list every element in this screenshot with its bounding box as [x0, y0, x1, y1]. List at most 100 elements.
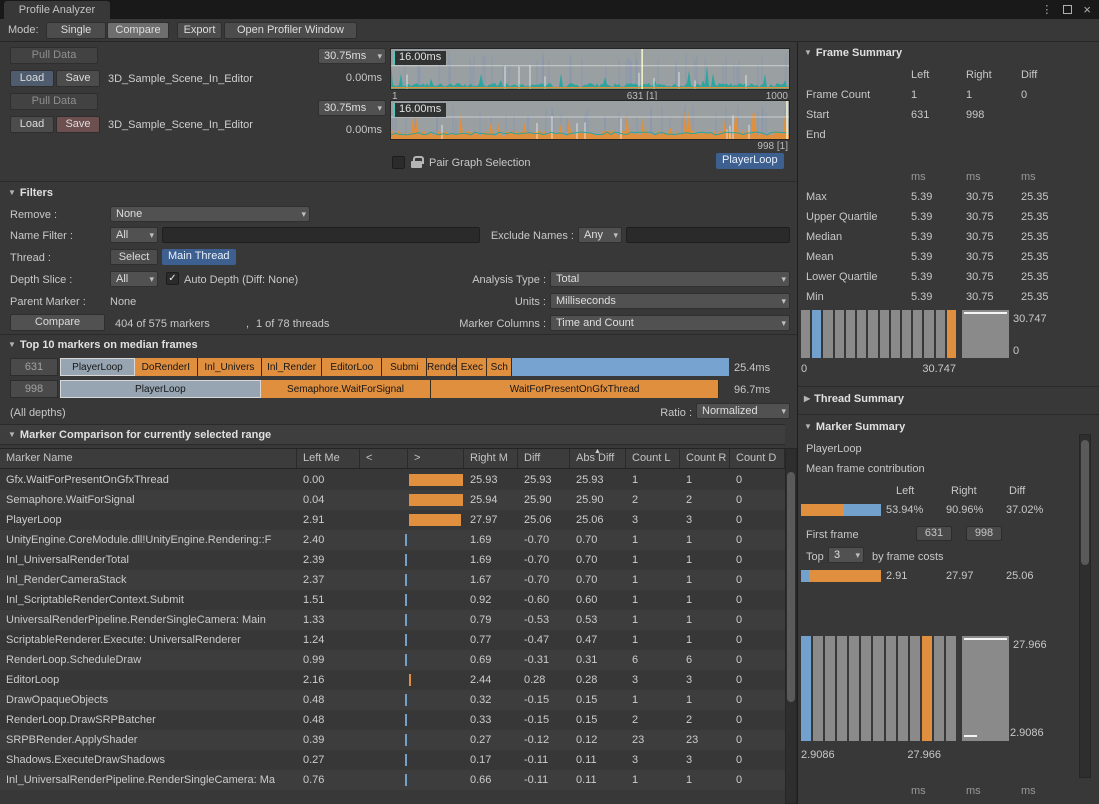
- titlebar: Profile Analyzer ⋮ ×: [0, 0, 1099, 19]
- comparison-section-bar[interactable]: ▼Marker Comparison for currently selecte…: [0, 424, 785, 445]
- name-filter-mode-dropdown[interactable]: All▾: [110, 227, 158, 243]
- kebab-menu-icon[interactable]: ⋮: [1041, 3, 1052, 16]
- pull-data-left-button[interactable]: Pull Data: [10, 47, 98, 64]
- depth-slice-dropdown[interactable]: All▾: [110, 271, 158, 287]
- frame-number-box[interactable]: 631: [10, 358, 58, 376]
- marker-segment[interactable]: Rende: [427, 358, 457, 376]
- value-cell: -0.47: [518, 630, 570, 650]
- table-row[interactable]: Shadows.ExecuteDrawShadows0.270.17-0.110…: [0, 750, 785, 770]
- marker-segment[interactable]: Semaphore.WaitForSignal: [261, 380, 432, 398]
- marker-segment[interactable]: WaitForPresentOnGfxThread: [431, 380, 719, 398]
- marker-segment[interactable]: Inl_Render: [262, 358, 322, 376]
- marker-columns-dropdown[interactable]: Time and Count▾: [550, 315, 790, 331]
- table-row[interactable]: UniversalRenderPipeline.RenderSingleCame…: [0, 610, 785, 630]
- column-header[interactable]: Count R: [680, 449, 730, 468]
- frame-graph-left[interactable]: 16.00ms: [390, 48, 790, 90]
- auto-depth-checkbox[interactable]: ✓: [166, 272, 179, 285]
- table-row[interactable]: PlayerLoop2.9127.9725.0625.06330: [0, 510, 785, 530]
- left-greater-bar-cell: [360, 550, 408, 570]
- graph-right-ymax-dropdown[interactable]: 30.75ms▾: [318, 100, 386, 116]
- table-row[interactable]: SRPBRender.ApplyShader0.390.27-0.120.122…: [0, 730, 785, 750]
- lock-icon[interactable]: [411, 156, 422, 168]
- remove-dropdown[interactable]: None▾: [110, 206, 310, 222]
- table-row[interactable]: Gfx.WaitForPresentOnGfxThread0.0025.9325…: [0, 470, 785, 490]
- value-cell: 3: [680, 510, 730, 530]
- mode-single-button[interactable]: Single: [46, 22, 106, 39]
- first-frame-right-button[interactable]: 998: [966, 526, 1002, 541]
- table-row[interactable]: Inl_UniversalRenderTotal2.391.69-0.700.7…: [0, 550, 785, 570]
- table-row[interactable]: Inl_ScriptableRenderContext.Submit1.510.…: [0, 590, 785, 610]
- exclude-mode-dropdown[interactable]: Any▾: [578, 227, 622, 243]
- name-filter-input[interactable]: [162, 227, 480, 243]
- close-icon[interactable]: ×: [1083, 2, 1091, 17]
- marker-segment[interactable]: EditorLoo: [322, 358, 382, 376]
- exclude-names-input[interactable]: [626, 227, 790, 243]
- top-n-dropdown[interactable]: 3▾: [828, 547, 864, 563]
- column-header[interactable]: Count D: [730, 449, 785, 468]
- marker-segment[interactable]: Inl_Univers: [198, 358, 262, 376]
- table-row[interactable]: EditorLoop2.162.440.280.28330: [0, 670, 785, 690]
- marker-segment[interactable]: PlayerLoop: [60, 358, 135, 376]
- first-frame-left-button[interactable]: 631: [916, 526, 952, 541]
- pair-graph-selection-checkbox[interactable]: [392, 156, 405, 169]
- column-header[interactable]: Count L: [626, 449, 680, 468]
- column-header[interactable]: Right M: [464, 449, 518, 468]
- thread-select-button[interactable]: Select: [110, 249, 158, 265]
- window-tab[interactable]: Profile Analyzer: [4, 1, 110, 19]
- save-right-button[interactable]: Save: [56, 116, 100, 133]
- table-row[interactable]: Semaphore.WaitForSignal0.0425.9425.9025.…: [0, 490, 785, 510]
- open-profiler-window-button[interactable]: Open Profiler Window: [224, 22, 357, 39]
- value-cell: 0.70: [570, 570, 626, 590]
- value-cell: -0.53: [518, 610, 570, 630]
- column-header[interactable]: Left Me: [297, 449, 360, 468]
- frame-summary-header[interactable]: ▼Frame Summary: [804, 46, 902, 60]
- maximize-icon[interactable]: [1063, 5, 1072, 14]
- column-header[interactable]: Diff: [518, 449, 570, 468]
- marker-segment[interactable]: DoRenderI: [135, 358, 198, 376]
- units-dropdown[interactable]: Milliseconds▾: [550, 293, 790, 309]
- costs-left: 2.91: [886, 569, 907, 583]
- panel-scrollbar-thumb[interactable]: [1081, 440, 1089, 565]
- left-greater-bar: [405, 554, 407, 566]
- table-row[interactable]: ScriptableRenderer.Execute: UniversalRen…: [0, 630, 785, 650]
- column-header[interactable]: Abs Diff▲: [570, 449, 626, 468]
- value-cell: 1: [680, 690, 730, 710]
- table-row[interactable]: RenderLoop.ScheduleDraw0.990.69-0.310.31…: [0, 650, 785, 670]
- column-header[interactable]: Marker Name: [0, 449, 297, 468]
- load-right-button[interactable]: Load: [10, 116, 54, 133]
- load-left-button[interactable]: Load: [10, 70, 54, 87]
- mode-compare-button[interactable]: Compare: [107, 22, 169, 39]
- thread-summary-header[interactable]: ▶Thread Summary: [804, 392, 904, 406]
- graph-left-ymax-dropdown[interactable]: 30.75ms▾: [318, 48, 386, 64]
- table-row[interactable]: DrawOpaqueObjects0.480.32-0.150.15110: [0, 690, 785, 710]
- table-row[interactable]: Inl_UniversalRenderPipeline.RenderSingle…: [0, 770, 785, 790]
- table-row[interactable]: RenderLoop.DrawSRPBatcher0.480.33-0.150.…: [0, 710, 785, 730]
- frame-number-box[interactable]: 998: [10, 380, 58, 398]
- frame-graph-left-plot[interactable]: [391, 49, 789, 89]
- selected-marker-tag[interactable]: PlayerLoop: [716, 153, 784, 169]
- compare-button[interactable]: Compare: [10, 314, 105, 331]
- analysis-type-dropdown[interactable]: Total▾: [550, 271, 790, 287]
- pull-data-right-button[interactable]: Pull Data: [10, 93, 98, 110]
- marker-segment[interactable]: Sch: [487, 358, 512, 376]
- marker-segment[interactable]: Submi: [382, 358, 427, 376]
- frame-graph-right-plot[interactable]: [391, 101, 789, 139]
- table-row[interactable]: Inl_RenderCameraStack2.371.67-0.700.7011…: [0, 570, 785, 590]
- ratio-dropdown[interactable]: Normalized▾: [696, 403, 790, 419]
- save-left-button[interactable]: Save: [56, 70, 100, 87]
- table-scrollbar-thumb[interactable]: [787, 472, 795, 702]
- marker-segment[interactable]: PlayerLoop: [60, 380, 261, 398]
- marker-segment[interactable]: Exec: [457, 358, 487, 376]
- top-markers-header[interactable]: ▼Top 10 markers on median frames: [8, 338, 198, 352]
- marker-summary-header[interactable]: ▼Marker Summary: [804, 420, 905, 434]
- main-thread-tag[interactable]: Main Thread: [162, 249, 236, 265]
- filters-header[interactable]: ▼Filters: [8, 186, 53, 200]
- main-panel: Pull Data Load Save 3D_Sample_Scene_In_E…: [0, 42, 797, 804]
- summary-row-label: Median: [806, 231, 842, 243]
- export-button[interactable]: Export: [177, 22, 222, 39]
- frame-graph-right[interactable]: 16.00ms: [390, 100, 790, 140]
- column-header[interactable]: >: [408, 449, 464, 468]
- marker-segment[interactable]: [512, 358, 729, 376]
- column-header[interactable]: <: [360, 449, 408, 468]
- table-row[interactable]: UnityEngine.CoreModule.dll!UnityEngine.R…: [0, 530, 785, 550]
